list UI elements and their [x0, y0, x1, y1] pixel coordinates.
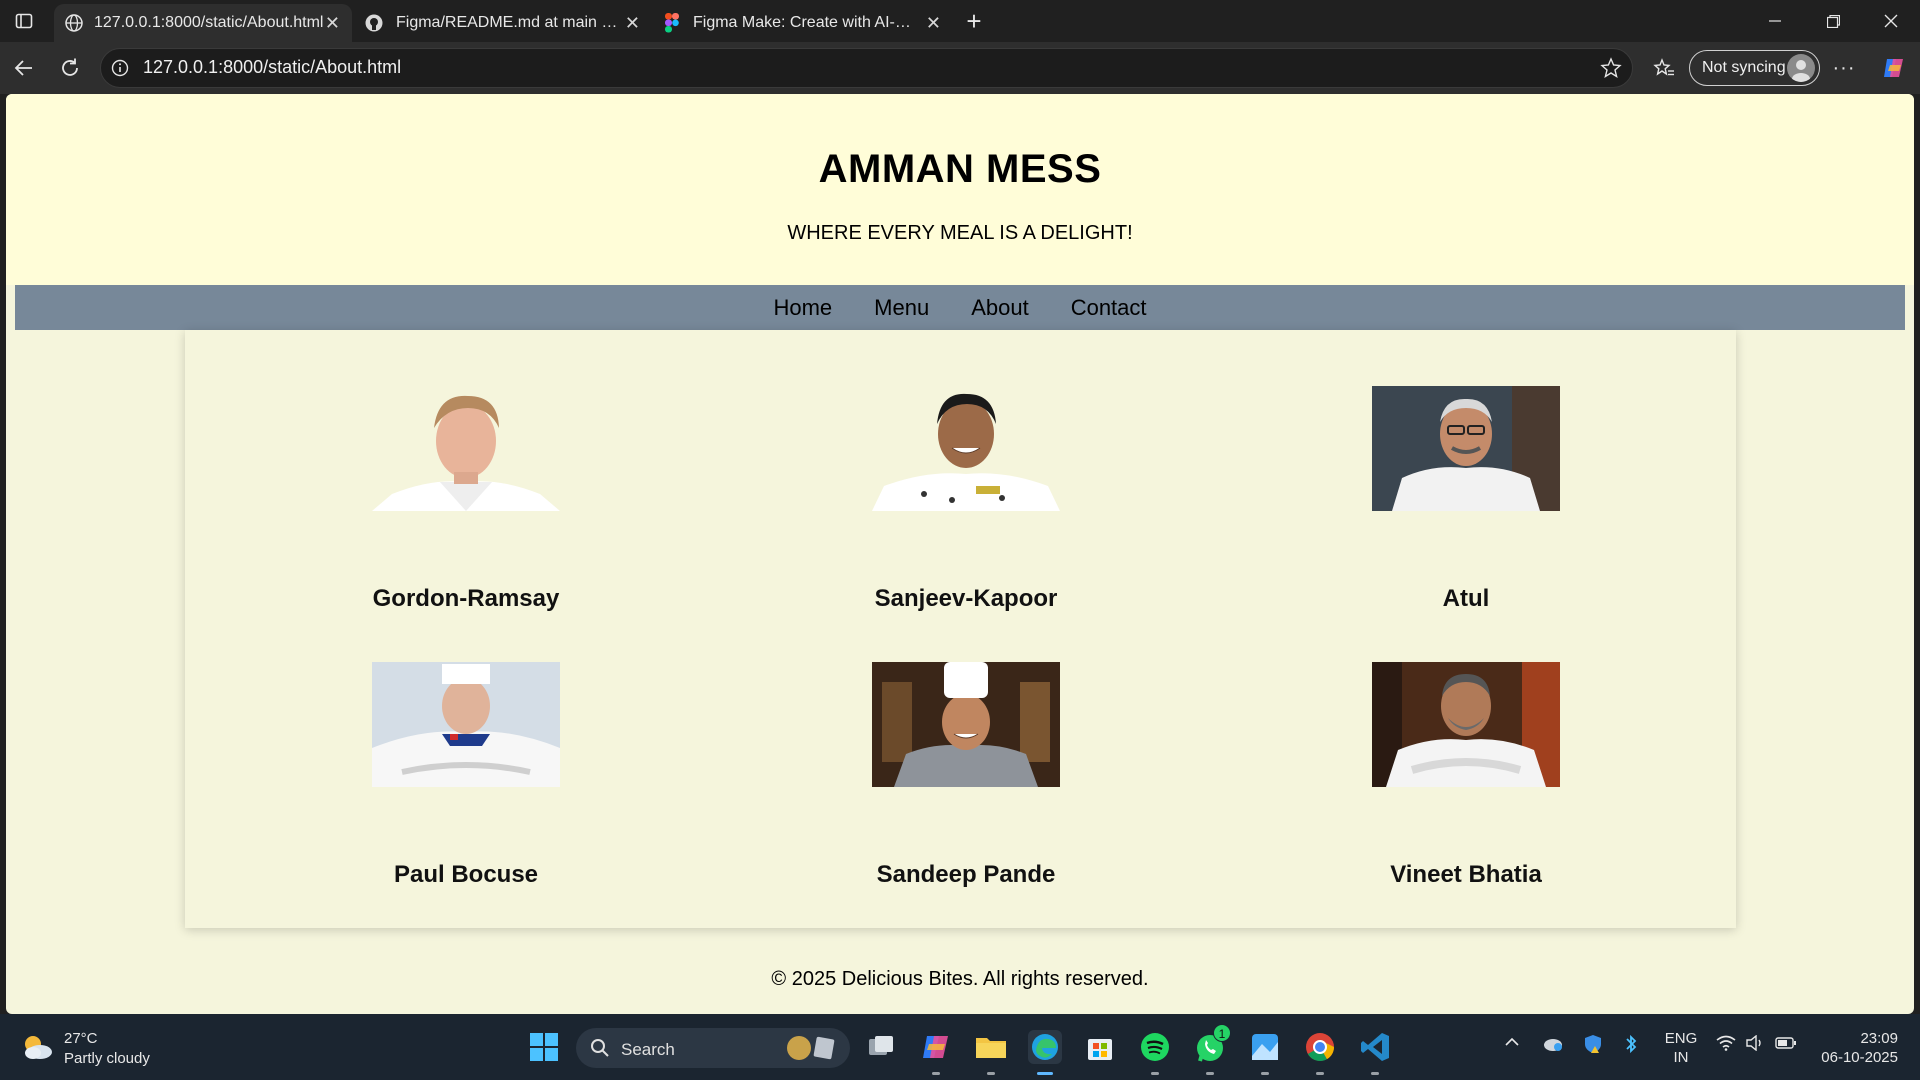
globe-icon [64, 13, 84, 33]
photos-icon[interactable] [1248, 1030, 1282, 1064]
running-indicator [1206, 1072, 1214, 1075]
chef-name: Atul [1442, 585, 1490, 612]
tab-title: Figma/README.md at main · udh [396, 14, 618, 31]
copilot-app-icon[interactable] [919, 1030, 953, 1064]
chef-photo [872, 662, 1060, 787]
vscode-icon[interactable] [1358, 1030, 1392, 1064]
close-icon[interactable]: ✕ [625, 13, 640, 34]
refresh-icon[interactable] [52, 50, 88, 86]
site-footer: © 2025 Delicious Bites. All rights reser… [771, 968, 1149, 990]
bluetooth-icon[interactable] [1624, 1034, 1638, 1058]
nav-home[interactable]: Home [773, 295, 832, 321]
notification-badge: 1 [1213, 1024, 1231, 1042]
chef-card: Gordon-Ramsay [316, 386, 616, 626]
nav-menu[interactable]: Menu [874, 295, 929, 321]
weather-temp: 27°C [64, 1030, 98, 1047]
address-url[interactable]: 127.0.0.1:8000/static/About.html [143, 57, 401, 78]
favorites-icon[interactable] [1646, 50, 1682, 86]
sync-label: Not syncing [1702, 59, 1786, 76]
chef-card: Atul [1316, 386, 1616, 626]
tab-title: Figma Make: Create with AI-Powe [693, 14, 919, 31]
chef-name: Sanjeev-Kapoor [874, 585, 1058, 612]
date-display: 06-10-2025 [1821, 1049, 1898, 1066]
new-tab-icon[interactable]: + [956, 3, 992, 39]
github-icon [364, 13, 384, 33]
partly-cloudy-icon [20, 1032, 54, 1066]
restore-icon[interactable] [1804, 0, 1862, 42]
avatar [1787, 54, 1815, 82]
weather-condition: Partly cloudy [64, 1050, 150, 1067]
chef-photo [1372, 662, 1560, 787]
clock[interactable]: 23:09 06-10-2025 [1812, 1029, 1898, 1067]
taskbar: 27°C Partly cloudy Search 1 ENG IN 23:09… [0, 1014, 1920, 1080]
windows-start-icon[interactable] [527, 1030, 561, 1064]
edge-browser-icon[interactable] [1028, 1030, 1062, 1064]
chevron-up-icon[interactable] [1504, 1034, 1520, 1054]
chef-card: Paul Bocuse [316, 662, 616, 902]
onedrive-icon[interactable] [1541, 1036, 1563, 1056]
tab-figma[interactable]: Figma Make: Create with AI-Powe ✕ [655, 4, 953, 42]
chef-card: Sandeep Pande [816, 662, 1116, 902]
running-indicator [1316, 1072, 1324, 1075]
minimize-icon[interactable] [1746, 0, 1804, 42]
site-title: AMMAN MESS [818, 147, 1102, 191]
site-info-icon[interactable] [111, 59, 129, 82]
running-indicator [1371, 1072, 1379, 1075]
running-indicator [1037, 1072, 1053, 1075]
browser-tab-bar: 127.0.0.1:8000/static/About.html ✕ Figma… [0, 0, 1920, 42]
tab-title: 127.0.0.1:8000/static/About.html [94, 14, 324, 31]
profile-sync-button[interactable]: Not syncing [1689, 50, 1820, 86]
chefs-section: Gordon-Ramsay Sanjeev-Kapoor Atul Paul B… [185, 330, 1736, 928]
tab-github[interactable]: Figma/README.md at main · udh ✕ [354, 4, 652, 42]
running-indicator [932, 1072, 940, 1075]
chef-name: Vineet Bhatia [1390, 861, 1542, 888]
site-nav: Home Menu About Contact [15, 285, 1905, 330]
chef-card: Vineet Bhatia [1316, 662, 1616, 902]
wifi-icon[interactable] [1716, 1035, 1736, 1055]
chef-photo [372, 386, 560, 511]
favorite-star-icon[interactable] [1600, 57, 1622, 84]
chef-name: Gordon-Ramsay [372, 585, 560, 612]
defender-icon[interactable] [1583, 1034, 1603, 1058]
chef-photo [1372, 386, 1560, 511]
search-icon [590, 1038, 610, 1063]
search-highlight-icon [785, 1034, 841, 1067]
lang-code: ENG [1664, 1030, 1698, 1047]
chef-card: Sanjeev-Kapoor [816, 386, 1116, 626]
nav-about[interactable]: About [971, 295, 1029, 321]
close-window-icon[interactable] [1862, 0, 1920, 42]
close-icon[interactable]: ✕ [325, 13, 340, 34]
battery-icon[interactable] [1775, 1036, 1797, 1054]
running-indicator [1151, 1072, 1159, 1075]
time-display: 23:09 [1860, 1030, 1898, 1047]
running-indicator [987, 1072, 995, 1075]
whatsapp-icon[interactable]: 1 [1193, 1024, 1231, 1064]
chef-name: Paul Bocuse [393, 861, 539, 888]
microsoft-store-icon[interactable] [1083, 1030, 1117, 1064]
task-view-icon[interactable] [864, 1030, 898, 1064]
nav-contact[interactable]: Contact [1071, 295, 1147, 321]
running-indicator [1261, 1072, 1269, 1075]
language-indicator[interactable]: ENG IN [1664, 1029, 1698, 1067]
figma-icon [665, 13, 679, 33]
chef-photo [872, 386, 1060, 511]
search-label: Search [621, 1040, 675, 1059]
taskbar-search-box[interactable] [576, 1028, 850, 1068]
back-icon[interactable] [6, 50, 42, 86]
chef-name: Sandeep Pande [876, 861, 1056, 888]
copilot-icon[interactable] [1876, 50, 1912, 86]
volume-icon[interactable] [1745, 1034, 1765, 1055]
site-header: AMMAN MESS WHERE EVERY MEAL IS A DELIGHT… [6, 94, 1914, 285]
page-viewport: AMMAN MESS WHERE EVERY MEAL IS A DELIGHT… [6, 94, 1914, 1014]
site-tagline: WHERE EVERY MEAL IS A DELIGHT! [787, 222, 1133, 244]
close-icon[interactable]: ✕ [926, 13, 941, 34]
spotify-icon[interactable] [1138, 1030, 1172, 1064]
more-options-icon[interactable]: ··· [1826, 50, 1862, 86]
tab-actions-icon[interactable] [6, 3, 42, 39]
chef-photo [372, 662, 560, 787]
file-explorer-icon[interactable] [974, 1030, 1008, 1064]
tab-about[interactable]: 127.0.0.1:8000/static/About.html ✕ [54, 4, 352, 42]
chrome-icon[interactable] [1303, 1030, 1337, 1064]
lang-region: IN [1673, 1049, 1689, 1066]
